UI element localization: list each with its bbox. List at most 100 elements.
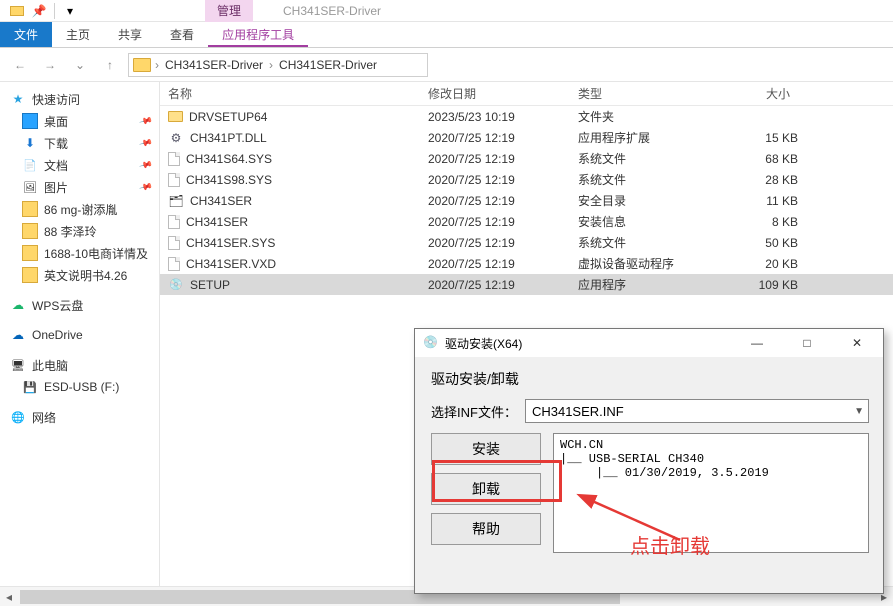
quick-access-toolbar: 📌 ▾ <box>2 2 85 20</box>
column-header-size[interactable]: 大小 <box>718 85 798 102</box>
file-size: 50 KB <box>718 236 798 250</box>
file-row[interactable]: CH341S98.SYS 2020/7/25 12:19系统文件28 KB <box>160 169 893 190</box>
pc-icon <box>10 357 26 373</box>
file-row[interactable]: CH341PT.DLL2020/7/25 12:19应用程序扩展15 KB <box>160 127 893 148</box>
column-header-date[interactable]: 修改日期 <box>428 85 578 102</box>
sidebar-label: WPS云盘 <box>32 297 83 314</box>
install-button[interactable]: 安装 <box>431 433 541 465</box>
file-row[interactable]: SETUP2020/7/25 12:19应用程序109 KB <box>160 274 893 295</box>
breadcrumb[interactable]: CH341SER-Driver <box>277 58 379 72</box>
up-button[interactable]: ↑ <box>98 53 122 77</box>
cloud-icon <box>10 297 26 313</box>
qat-dropdown-icon[interactable]: ▾ <box>61 2 79 20</box>
inf-select[interactable]: CH341SER.INF ▼ <box>525 399 869 423</box>
file-icon <box>168 215 180 229</box>
file-size: 15 KB <box>718 131 798 145</box>
file-name: CH341SER.SYS <box>186 236 275 250</box>
contextual-tab-label: 管理 <box>205 0 253 22</box>
sidebar-item[interactable]: 文档📌 <box>0 154 159 176</box>
file-date: 2023/5/23 10:19 <box>428 110 578 124</box>
tab-file[interactable]: 文件 <box>0 22 52 47</box>
tab-app-tools[interactable]: 应用程序工具 <box>208 22 308 47</box>
sidebar-onedrive[interactable]: OneDrive <box>0 324 159 346</box>
file-name: CH341PT.DLL <box>190 131 267 145</box>
file-name: CH341SER.VXD <box>186 257 276 271</box>
chevron-down-icon: ▼ <box>854 406 864 417</box>
driver-install-dialog: 驱动安装(X64) — □ ✕ 驱动安装/卸载 选择INF文件： CH341SE… <box>414 328 884 594</box>
sidebar-label: 快速访问 <box>32 91 80 108</box>
file-row[interactable]: DRVSETUP642023/5/23 10:19文件夹 <box>160 106 893 127</box>
sidebar-wps[interactable]: WPS云盘 <box>0 294 159 316</box>
file-name: CH341S98.SYS <box>186 173 272 187</box>
file-row[interactable]: CH341SER2020/7/25 12:19安装信息8 KB <box>160 211 893 232</box>
sidebar-item[interactable]: 下载📌 <box>0 132 159 154</box>
cloud-icon <box>10 327 26 343</box>
file-name: SETUP <box>190 278 230 292</box>
column-header-type[interactable]: 类型 <box>578 85 718 102</box>
file-type: 系统文件 <box>578 171 718 188</box>
folder-icon <box>22 223 38 239</box>
minimize-button[interactable]: — <box>735 329 779 357</box>
file-icon <box>168 152 180 166</box>
file-row[interactable]: CH341SER2020/7/25 12:19安全目录11 KB <box>160 190 893 211</box>
scroll-left-icon[interactable]: ◂ <box>2 590 16 604</box>
file-row[interactable]: CH341SER.SYS2020/7/25 12:19系统文件50 KB <box>160 232 893 253</box>
file-date: 2020/7/25 12:19 <box>428 194 578 208</box>
file-name: CH341S64.SYS <box>186 152 272 166</box>
inf-select-value: CH341SER.INF <box>532 404 624 419</box>
sidebar-item[interactable]: 英文说明书4.26 <box>0 264 159 286</box>
sidebar-item[interactable]: 88 李泽玲 <box>0 220 159 242</box>
breadcrumb[interactable]: CH341SER-Driver <box>163 58 265 72</box>
separator <box>54 3 55 19</box>
sidebar-label: OneDrive <box>32 328 83 342</box>
tab-home[interactable]: 主页 <box>52 22 104 47</box>
pin-icon: 📌 <box>138 113 153 128</box>
file-icon <box>168 257 180 271</box>
file-date: 2020/7/25 12:19 <box>428 173 578 187</box>
file-type: 系统文件 <box>578 234 718 251</box>
explorer-icon <box>8 2 26 20</box>
installer-icon <box>423 335 439 351</box>
sidebar-quick-access[interactable]: 快速访问 <box>0 88 159 110</box>
dialog-body: 驱动安装/卸载 选择INF文件： CH341SER.INF ▼ 安装 卸载 帮助… <box>415 357 883 563</box>
dialog-titlebar: 驱动安装(X64) — □ ✕ <box>415 329 883 357</box>
sidebar-network[interactable]: 网络 <box>0 406 159 428</box>
file-name: DRVSETUP64 <box>189 110 267 124</box>
file-size: 28 KB <box>718 173 798 187</box>
column-headers: 名称 修改日期 类型 大小 <box>160 82 893 106</box>
file-date: 2020/7/25 12:19 <box>428 278 578 292</box>
file-row[interactable]: CH341S64.SYS2020/7/25 12:19系统文件68 KB <box>160 148 893 169</box>
sidebar-item[interactable]: 图片📌 <box>0 176 159 198</box>
pin-icon[interactable]: 📌 <box>30 2 48 20</box>
sidebar-item[interactable]: 86 mg-谢添胤 <box>0 198 159 220</box>
sidebar-item[interactable]: 桌面📌 <box>0 110 159 132</box>
sidebar-item-label: 86 mg-谢添胤 <box>44 201 117 218</box>
address-bar-row: ← → ⌄ ↑ › CH341SER-Driver › CH341SER-Dri… <box>0 48 893 82</box>
file-row[interactable]: CH341SER.VXD2020/7/25 12:19虚拟设备驱动程序20 KB <box>160 253 893 274</box>
back-button[interactable]: ← <box>8 53 32 77</box>
sidebar-item[interactable]: 1688-10电商详情及 <box>0 242 159 264</box>
doc-icon <box>22 157 38 173</box>
tab-share[interactable]: 共享 <box>104 22 156 47</box>
recent-dropdown-icon[interactable]: ⌄ <box>68 53 92 77</box>
tab-view[interactable]: 查看 <box>156 22 208 47</box>
sidebar-this-pc[interactable]: 此电脑 <box>0 354 159 376</box>
column-header-name[interactable]: 名称 <box>168 85 428 102</box>
file-name: CH341SER <box>186 215 248 229</box>
uninstall-button[interactable]: 卸载 <box>431 473 541 505</box>
file-type: 应用程序扩展 <box>578 129 718 146</box>
maximize-button[interactable]: □ <box>785 329 829 357</box>
sidebar-item-label: 英文说明书4.26 <box>44 267 127 284</box>
file-size: 20 KB <box>718 257 798 271</box>
sidebar-item-label: 图片 <box>44 179 68 196</box>
help-button[interactable]: 帮助 <box>431 513 541 545</box>
address-bar[interactable]: › CH341SER-Driver › CH341SER-Driver <box>128 53 428 77</box>
star-icon <box>10 91 26 107</box>
forward-button[interactable]: → <box>38 53 62 77</box>
folder-icon <box>22 201 38 217</box>
sidebar-item-label: 下载 <box>44 135 68 152</box>
close-button[interactable]: ✕ <box>835 329 879 357</box>
file-size: 68 KB <box>718 152 798 166</box>
download-icon <box>22 135 38 151</box>
sidebar-esd-usb[interactable]: ESD-USB (F:) <box>0 376 159 398</box>
